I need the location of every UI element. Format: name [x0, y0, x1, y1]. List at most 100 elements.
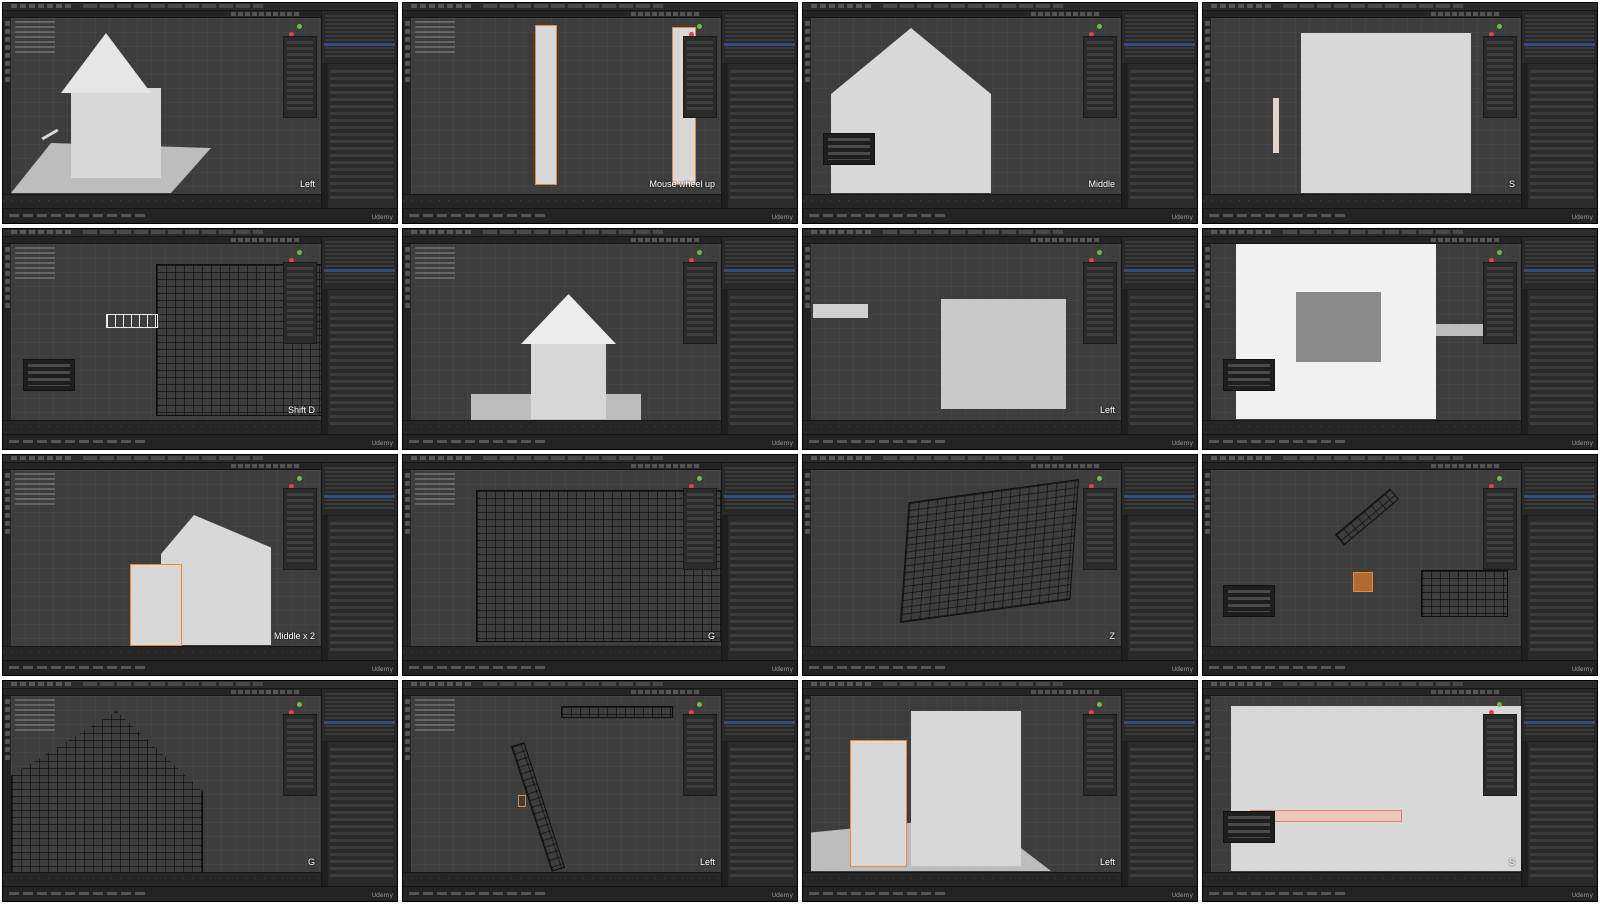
properties-panel[interactable] — [321, 742, 397, 887]
top-menu-bar[interactable] — [803, 229, 1197, 237]
3d-viewport[interactable] — [411, 18, 721, 195]
n-panel[interactable] — [1483, 262, 1517, 344]
outliner[interactable] — [1121, 11, 1197, 63]
blender-thumbnail-5[interactable]: Shift D Udemy — [2, 228, 398, 450]
operator-panel[interactable] — [23, 359, 75, 391]
blender-thumbnail-4[interactable]: S Udemy — [1202, 2, 1598, 224]
top-menu-bar[interactable] — [1203, 681, 1597, 689]
properties-panel[interactable] — [1121, 290, 1197, 435]
properties-panel[interactable] — [1121, 516, 1197, 661]
tool-shelf[interactable] — [803, 244, 811, 421]
3d-viewport[interactable] — [411, 470, 721, 647]
tool-shelf[interactable] — [3, 696, 11, 873]
tool-shelf[interactable] — [403, 470, 411, 647]
n-panel[interactable] — [283, 714, 317, 796]
blender-thumbnail-14[interactable]: Left Udemy — [402, 680, 798, 902]
timeline[interactable] — [403, 646, 721, 661]
blender-thumbnail-9[interactable]: Middle x 2 Udemy — [2, 454, 398, 676]
timeline[interactable] — [1203, 420, 1521, 435]
blender-thumbnail-2[interactable]: Mouse wheel up Udemy — [402, 2, 798, 224]
top-menu-bar[interactable] — [3, 681, 397, 689]
viewport-header[interactable] — [1203, 11, 1521, 18]
timeline[interactable] — [1203, 872, 1521, 887]
blender-thumbnail-13[interactable]: G Udemy — [2, 680, 398, 902]
viewport-header[interactable] — [403, 689, 721, 696]
3d-viewport[interactable] — [411, 244, 721, 421]
viewport-header[interactable] — [1203, 689, 1521, 696]
3d-viewport[interactable] — [1211, 18, 1521, 195]
viewport-header[interactable] — [403, 11, 721, 18]
timeline[interactable] — [3, 646, 321, 661]
n-panel[interactable] — [1083, 488, 1117, 570]
viewport-header[interactable] — [1203, 463, 1521, 470]
outliner[interactable] — [321, 463, 397, 515]
properties-panel[interactable] — [1121, 64, 1197, 209]
top-menu-bar[interactable] — [803, 455, 1197, 463]
outliner[interactable] — [1521, 237, 1597, 289]
outliner[interactable] — [1121, 463, 1197, 515]
blender-thumbnail-12[interactable]: Udemy — [1202, 454, 1598, 676]
tool-shelf[interactable] — [403, 18, 411, 195]
properties-panel[interactable] — [321, 516, 397, 661]
tool-shelf[interactable] — [1203, 244, 1211, 421]
outliner[interactable] — [1521, 689, 1597, 741]
viewport-header[interactable] — [803, 11, 1121, 18]
properties-panel[interactable] — [1521, 516, 1597, 661]
outliner[interactable] — [1121, 237, 1197, 289]
3d-viewport[interactable] — [11, 696, 321, 873]
viewport-header[interactable] — [3, 463, 321, 470]
3d-viewport[interactable] — [811, 696, 1121, 873]
viewport-header[interactable] — [3, 237, 321, 244]
top-menu-bar[interactable] — [403, 3, 797, 11]
viewport-header[interactable] — [403, 463, 721, 470]
top-menu-bar[interactable] — [803, 681, 1197, 689]
viewport-header[interactable] — [803, 237, 1121, 244]
outliner[interactable] — [321, 689, 397, 741]
timeline[interactable] — [803, 872, 1121, 887]
operator-panel[interactable] — [1223, 811, 1275, 843]
properties-panel[interactable] — [721, 64, 797, 209]
tool-shelf[interactable] — [3, 18, 11, 195]
tool-shelf[interactable] — [3, 244, 11, 421]
properties-panel[interactable] — [721, 290, 797, 435]
timeline[interactable] — [3, 194, 321, 209]
blender-thumbnail-3[interactable]: Middle Udemy — [802, 2, 1198, 224]
n-panel[interactable] — [1483, 714, 1517, 796]
tool-shelf[interactable] — [803, 696, 811, 873]
timeline[interactable] — [403, 194, 721, 209]
top-menu-bar[interactable] — [803, 3, 1197, 11]
viewport-header[interactable] — [1203, 237, 1521, 244]
n-panel[interactable] — [1483, 488, 1517, 570]
n-panel[interactable] — [1083, 36, 1117, 118]
tool-shelf[interactable] — [403, 696, 411, 873]
viewport-header[interactable] — [803, 463, 1121, 470]
blender-thumbnail-1[interactable]: Left Udemy — [2, 2, 398, 224]
top-menu-bar[interactable] — [1203, 229, 1597, 237]
top-menu-bar[interactable] — [403, 455, 797, 463]
properties-panel[interactable] — [321, 290, 397, 435]
tool-shelf[interactable] — [803, 18, 811, 195]
properties-panel[interactable] — [721, 516, 797, 661]
tool-shelf[interactable] — [403, 244, 411, 421]
3d-viewport[interactable] — [1211, 470, 1521, 647]
timeline[interactable] — [3, 420, 321, 435]
n-panel[interactable] — [1483, 36, 1517, 118]
top-menu-bar[interactable] — [403, 681, 797, 689]
properties-panel[interactable] — [1521, 290, 1597, 435]
tool-shelf[interactable] — [1203, 18, 1211, 195]
3d-viewport[interactable] — [11, 18, 321, 195]
outliner[interactable] — [1121, 689, 1197, 741]
top-menu-bar[interactable] — [3, 3, 397, 11]
n-panel[interactable] — [1083, 714, 1117, 796]
tool-shelf[interactable] — [1203, 470, 1211, 647]
n-panel[interactable] — [283, 262, 317, 344]
blender-thumbnail-16[interactable]: S Udemy — [1202, 680, 1598, 902]
properties-panel[interactable] — [321, 64, 397, 209]
outliner[interactable] — [1521, 11, 1597, 63]
3d-viewport[interactable] — [811, 18, 1121, 195]
n-panel[interactable] — [683, 262, 717, 344]
n-panel[interactable] — [683, 36, 717, 118]
timeline[interactable] — [3, 872, 321, 887]
outliner[interactable] — [721, 463, 797, 515]
top-menu-bar[interactable] — [1203, 455, 1597, 463]
